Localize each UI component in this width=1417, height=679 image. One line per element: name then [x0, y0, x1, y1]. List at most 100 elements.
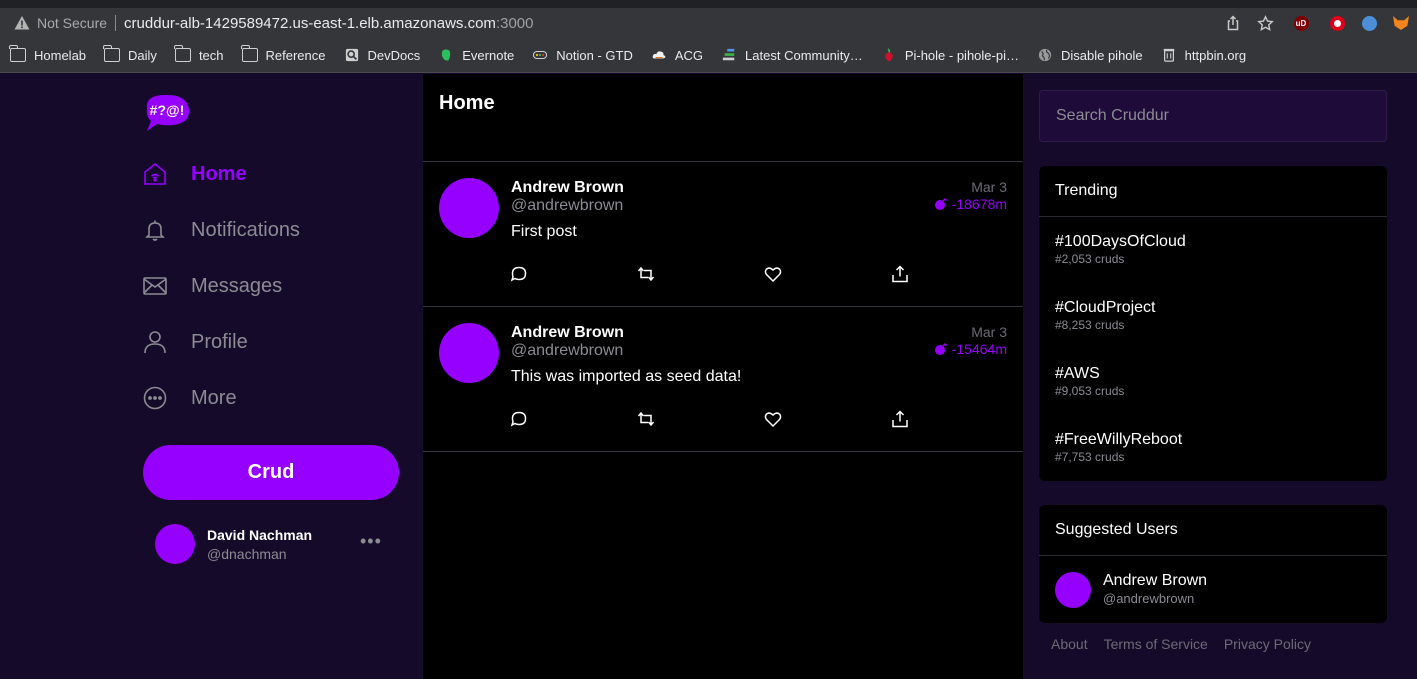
- trending-tag: #AWS: [1055, 365, 1100, 382]
- url-divider: [115, 15, 117, 31]
- share-icon[interactable]: [888, 407, 912, 431]
- trending-item[interactable]: #AWS #9,053 cruds: [1039, 349, 1387, 415]
- trending-item[interactable]: #CloudProject #8,253 cruds: [1039, 283, 1387, 349]
- post-expiry: -15464m: [934, 341, 1007, 357]
- folder-icon: [103, 45, 121, 62]
- crud-button[interactable]: Crud: [143, 445, 399, 500]
- activity-item[interactable]: Andrew Brown @andrewbrown Mar 3 -18678m …: [423, 162, 1023, 307]
- trending-count: #2,053 cruds: [1055, 252, 1125, 266]
- suggested-users-title: Suggested Users: [1039, 505, 1387, 556]
- post-display-name[interactable]: Andrew Brown: [511, 179, 624, 197]
- post-display-name[interactable]: Andrew Brown: [511, 324, 624, 342]
- avatar: [155, 524, 195, 564]
- reply-icon[interactable]: [507, 407, 531, 431]
- bookmark-devdocs[interactable]: DevDocs: [344, 48, 420, 63]
- suggested-user[interactable]: Andrew Brown @andrewbrown: [1039, 556, 1387, 623]
- address-bar[interactable]: Not Secure cruddur-alb-1429589472.us-eas…: [4, 9, 1294, 37]
- avatar[interactable]: [439, 178, 499, 238]
- bookmark-homelab[interactable]: Homelab: [9, 45, 86, 63]
- bookmark-httpbin[interactable]: httpbin.org: [1161, 48, 1246, 63]
- bookmark-daily[interactable]: Daily: [103, 45, 157, 63]
- share-icon[interactable]: [888, 262, 912, 286]
- metamask-extension-icon[interactable]: [1385, 16, 1417, 30]
- home-feed: Home Andrew Brown @andrewbrown Mar 3 -18…: [423, 74, 1023, 679]
- post-message: First post: [511, 223, 577, 240]
- avatar[interactable]: [439, 323, 499, 383]
- activity-item[interactable]: Andrew Brown @andrewbrown Mar 3 -15464m …: [423, 307, 1023, 452]
- bookmark-notion-gtd[interactable]: Notion - GTD: [532, 48, 633, 63]
- nav-label-notifications: Notifications: [191, 218, 300, 241]
- suggested-user-name: Andrew Brown: [1103, 572, 1208, 589]
- bookmark-star-icon[interactable]: [1249, 14, 1281, 32]
- trending-tag: #FreeWillyReboot: [1055, 431, 1183, 448]
- like-heart-icon[interactable]: [761, 262, 785, 286]
- nav-item-messages[interactable]: Messages: [143, 271, 282, 301]
- nav-item-profile[interactable]: Profile: [143, 327, 248, 357]
- current-user-handle: @dnachman: [207, 546, 287, 562]
- post-expiry: -18678m: [934, 196, 1007, 212]
- repost-icon[interactable]: [634, 262, 658, 286]
- home-icon: [144, 162, 166, 185]
- current-user-name: David Nachman: [207, 527, 313, 543]
- nav-item-more[interactable]: More: [143, 383, 237, 413]
- notion-icon: [533, 50, 548, 60]
- avatar: [1055, 572, 1091, 608]
- url-port[interactable]: :3000: [496, 15, 534, 32]
- security-label[interactable]: Not Secure: [37, 15, 107, 31]
- cruddur-logo-icon[interactable]: #?@!: [143, 93, 191, 133]
- trending-item[interactable]: #100DaysOfCloud #2,053 cruds: [1039, 217, 1387, 283]
- nav-item-home[interactable]: Home: [143, 159, 247, 189]
- suggested-users-box: Suggested Users Andrew Brown @andrewbrow…: [1039, 505, 1387, 623]
- logo-text: #?@!: [150, 102, 185, 118]
- devdocs-icon: [345, 48, 358, 62]
- footer-link-privacy[interactable]: Privacy Policy: [1224, 636, 1311, 652]
- browser-actions: uD: [1217, 8, 1417, 38]
- like-heart-icon[interactable]: [761, 407, 785, 431]
- bookmark-disable-pihole[interactable]: Disable pihole: [1037, 48, 1143, 63]
- blue-extension-icon[interactable]: [1353, 15, 1385, 31]
- current-user-card[interactable]: David Nachman @dnachman •••: [155, 524, 385, 564]
- nav-label-home: Home: [191, 162, 247, 185]
- post-actions: [507, 262, 927, 286]
- bookmarks-bar: Homelab Daily tech Reference DevDocs Eve…: [0, 38, 1417, 73]
- trending-box: Trending #100DaysOfCloud #2,053 cruds #C…: [1039, 166, 1387, 481]
- reply-icon[interactable]: [507, 262, 531, 286]
- share-icon[interactable]: [1217, 15, 1249, 31]
- bookmark-pihole[interactable]: Pi-hole - pihole-pi…: [881, 48, 1019, 63]
- bookmark-tech[interactable]: tech: [174, 45, 224, 63]
- bookmark-evernote[interactable]: Evernote: [438, 48, 514, 63]
- page-title: Home: [439, 92, 495, 114]
- left-navigation: #?@! Home Notifications Messages Profile…: [0, 74, 423, 679]
- repost-icon[interactable]: [634, 407, 658, 431]
- nav-label-profile: Profile: [191, 330, 248, 353]
- more-circle-icon: [143, 386, 167, 410]
- url-host[interactable]: cruddur-alb-1429589472.us-east-1.elb.ama…: [124, 15, 496, 32]
- footer-link-terms[interactable]: Terms of Service: [1104, 636, 1208, 652]
- post-message: This was imported as seed data!: [511, 368, 742, 385]
- footer-links: About Terms of Service Privacy Policy: [1051, 636, 1327, 652]
- trending-title: Trending: [1039, 166, 1387, 217]
- pihole-icon: [885, 48, 893, 62]
- post-handle[interactable]: @andrewbrown: [511, 197, 623, 215]
- user-menu-more-icon[interactable]: •••: [360, 532, 382, 550]
- record-extension-icon[interactable]: [1321, 15, 1353, 31]
- warning-icon: [14, 16, 30, 30]
- cruddur-app: #?@! Home Notifications Messages Profile…: [0, 74, 1417, 679]
- feed-header: Home: [423, 74, 1023, 162]
- person-icon: [144, 331, 166, 354]
- acg-icon: [652, 51, 666, 59]
- ublock-extension-icon[interactable]: uD: [1281, 15, 1321, 31]
- suggested-user-handle: @andrewbrown: [1103, 591, 1195, 606]
- evernote-icon: [442, 49, 451, 61]
- search-input[interactable]: [1039, 90, 1387, 142]
- bookmark-reference[interactable]: Reference: [240, 45, 326, 63]
- bookmark-latest-community[interactable]: Latest Community…: [721, 48, 863, 63]
- post-handle[interactable]: @andrewbrown: [511, 342, 623, 360]
- bomb-icon: [934, 343, 947, 355]
- nav-item-notifications[interactable]: Notifications: [143, 215, 300, 245]
- trending-item[interactable]: #FreeWillyReboot #7,753 cruds: [1039, 415, 1387, 481]
- footer-link-about[interactable]: About: [1051, 636, 1088, 652]
- post-expiry-text: -18678m: [951, 196, 1007, 212]
- bookmark-acg[interactable]: ACG: [651, 48, 703, 63]
- folder-icon: [174, 45, 191, 62]
